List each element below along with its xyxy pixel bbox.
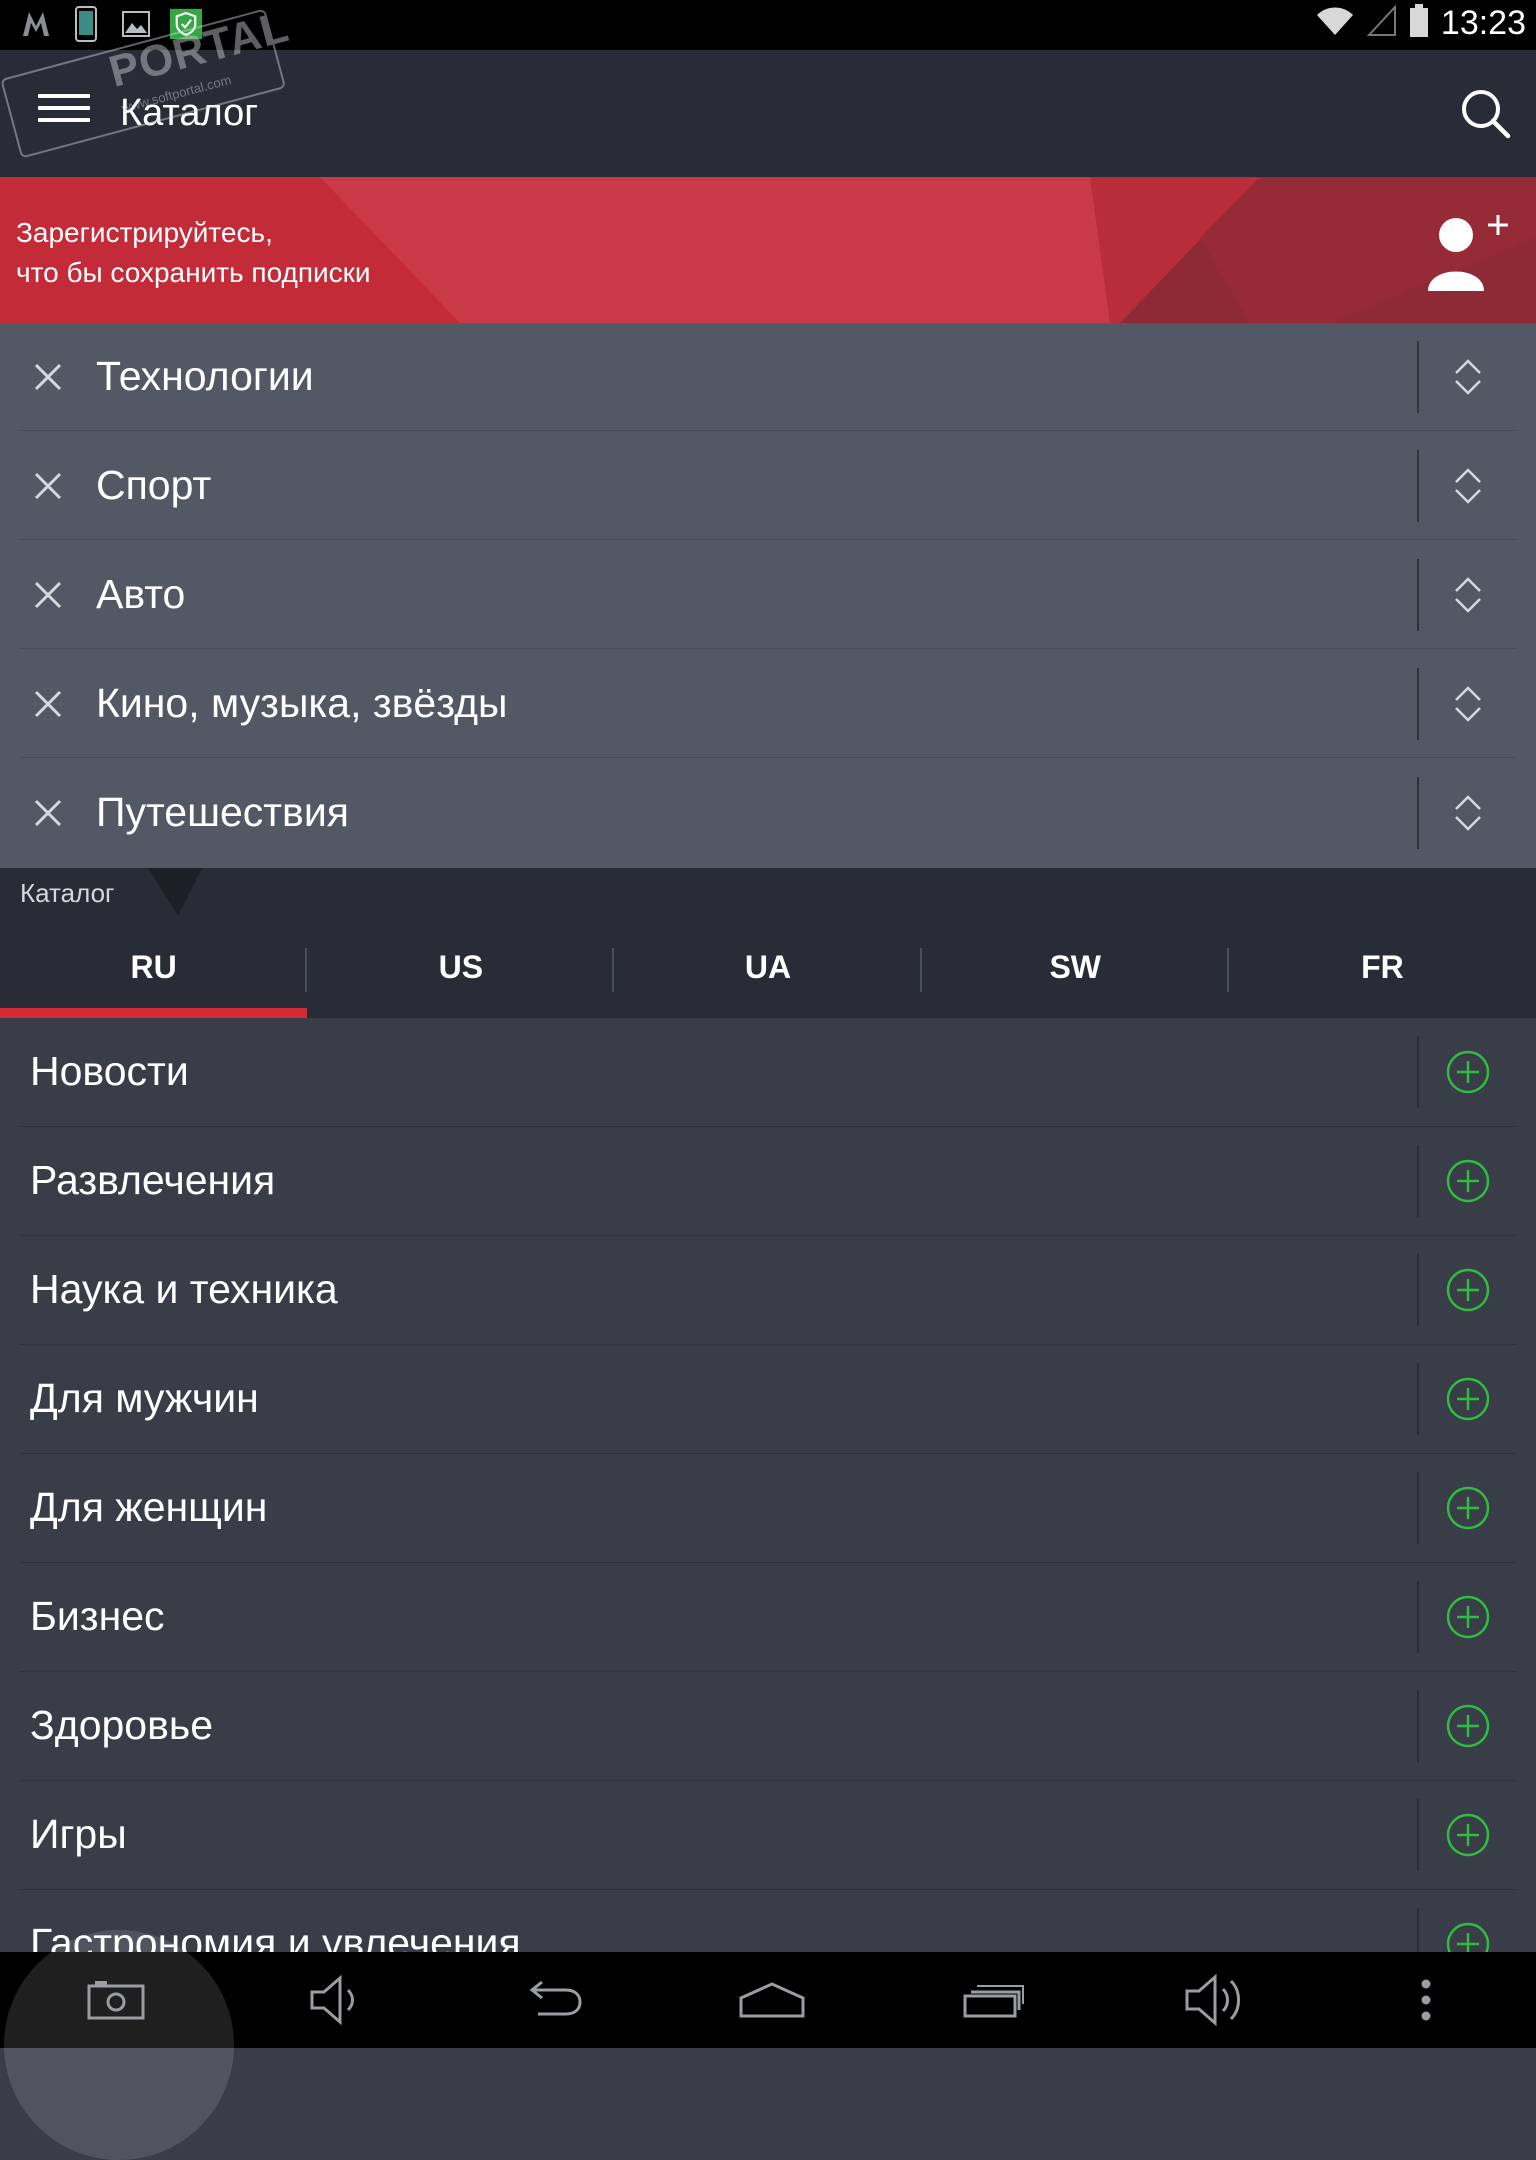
catalog-row[interactable]: Гастрономия и увлечения — [0, 1890, 1536, 1952]
promo-line-2: что бы сохранить подписки — [16, 257, 371, 288]
plus-circle-icon[interactable] — [1446, 1595, 1490, 1639]
catalog-row[interactable]: Игры — [0, 1781, 1536, 1890]
home-icon[interactable] — [732, 1970, 812, 2030]
section-notch — [148, 868, 202, 916]
divider — [1417, 777, 1419, 849]
reorder-handle-icon[interactable] — [1448, 464, 1488, 508]
overflow-menu-icon[interactable] — [1386, 1970, 1466, 2030]
plus-circle-icon[interactable] — [1446, 1486, 1490, 1530]
tab-label: FR — [1361, 948, 1404, 985]
wifi-icon — [1315, 5, 1355, 42]
catalog-row[interactable]: Для женщин — [0, 1454, 1536, 1563]
tab-us[interactable]: US — [307, 916, 615, 1018]
close-icon[interactable] — [28, 466, 68, 506]
tab-fr[interactable]: FR — [1229, 916, 1536, 1018]
add-user-icon[interactable] — [1424, 213, 1508, 293]
register-promo-banner[interactable]: Зарегистрируйтесь, что бы сохранить подп… — [0, 177, 1536, 323]
status-bar-notifications — [20, 6, 202, 42]
page-title: Каталог — [120, 92, 259, 134]
plus-circle-icon[interactable] — [1446, 1159, 1490, 1203]
plus-circle-icon[interactable] — [1446, 1813, 1490, 1857]
subscription-label: Авто — [96, 571, 186, 617]
catalog-row[interactable]: Для мужчин — [0, 1345, 1536, 1454]
tab-label: RU — [130, 948, 177, 985]
divider — [1417, 341, 1419, 413]
back-icon[interactable] — [512, 1970, 592, 2030]
plus-circle-icon[interactable] — [1446, 1704, 1490, 1748]
catalog-label: Для мужчин — [30, 1375, 259, 1421]
subscription-row: Кино, музыка, звёзды — [0, 650, 1536, 758]
status-time: 13:23 — [1440, 4, 1526, 42]
screenshot-icon[interactable] — [76, 1970, 156, 2030]
catalog-label: Здоровье — [30, 1702, 214, 1748]
plus-circle-icon[interactable] — [1446, 1377, 1490, 1421]
plus-circle-icon[interactable] — [1446, 1050, 1490, 1094]
tab-sw[interactable]: SW — [922, 916, 1229, 1018]
catalog-list: Новости Развлечения Наука и техника Для … — [0, 1018, 1536, 1952]
reorder-handle-icon[interactable] — [1448, 355, 1488, 399]
image-icon — [120, 6, 152, 42]
catalog-label: Наука и техника — [30, 1266, 338, 1312]
close-icon[interactable] — [28, 357, 68, 397]
catalog-row[interactable]: Развлечения — [0, 1127, 1536, 1236]
divider — [1417, 559, 1419, 631]
tab-ua[interactable]: UA — [614, 916, 922, 1018]
volume-down-icon[interactable] — [296, 1970, 376, 2030]
subscription-row: Путешествия — [0, 759, 1536, 867]
tab-label: UA — [744, 948, 792, 985]
catalog-row[interactable]: Здоровье — [0, 1672, 1536, 1781]
catalog-label: Новости — [30, 1048, 189, 1094]
subscription-row: Технологии — [0, 323, 1536, 431]
search-icon[interactable] — [1458, 86, 1514, 142]
reorder-handle-icon[interactable] — [1448, 573, 1488, 617]
reorder-handle-icon[interactable] — [1448, 791, 1488, 835]
catalog-row[interactable]: Новости — [0, 1018, 1536, 1127]
catalog-label: Бизнес — [30, 1593, 165, 1639]
nav-press-highlight — [4, 1930, 234, 2160]
subscription-row: Авто — [0, 541, 1536, 649]
subscriptions-list: Технологии Спорт Авто Кино, музыка, звёз… — [0, 323, 1536, 868]
status-bar-system: 13:23 — [1315, 4, 1526, 43]
subscription-label: Технологии — [96, 353, 314, 399]
reorder-handle-icon[interactable] — [1448, 682, 1488, 726]
region-tabs: RU US UA SW FR — [0, 916, 1536, 1018]
divider — [1417, 668, 1419, 740]
catalog-label: Развлечения — [30, 1157, 276, 1203]
catalog-label: Игры — [30, 1811, 127, 1857]
section-label: Каталог — [20, 878, 115, 908]
tab-ru[interactable]: RU — [0, 916, 308, 1018]
tab-label: SW — [1049, 948, 1101, 985]
recents-icon[interactable] — [954, 1970, 1034, 2030]
notification-m-icon — [20, 6, 52, 42]
app-bar: Каталог — [0, 50, 1536, 177]
plus-circle-icon[interactable] — [1446, 1922, 1490, 1952]
battery-icon — [1409, 4, 1429, 43]
subscription-label: Кино, музыка, звёзды — [96, 680, 508, 726]
catalog-row[interactable]: Наука и техника — [0, 1236, 1536, 1345]
tab-label: US — [438, 948, 484, 985]
status-bar: 13:23 — [0, 0, 1536, 50]
catalog-section-header: Каталог — [0, 868, 1536, 916]
close-icon[interactable] — [28, 575, 68, 615]
hamburger-icon[interactable] — [38, 94, 90, 134]
shield-icon — [170, 6, 202, 42]
divider — [1417, 450, 1419, 522]
close-icon[interactable] — [28, 793, 68, 833]
signal-icon — [1366, 4, 1397, 42]
subscription-label: Спорт — [96, 462, 212, 508]
close-icon[interactable] — [28, 684, 68, 724]
promo-text: Зарегистрируйтесь, что бы сохранить подп… — [16, 213, 371, 293]
catalog-row[interactable]: Бизнес — [0, 1563, 1536, 1672]
subscription-label: Путешествия — [96, 789, 349, 835]
volume-up-icon[interactable] — [1176, 1970, 1256, 2030]
catalog-label: Для женщин — [30, 1484, 268, 1530]
plus-circle-icon[interactable] — [1446, 1268, 1490, 1312]
promo-line-1: Зарегистрируйтесь, — [16, 217, 273, 248]
phone-icon — [70, 6, 102, 42]
subscription-row: Спорт — [0, 432, 1536, 540]
